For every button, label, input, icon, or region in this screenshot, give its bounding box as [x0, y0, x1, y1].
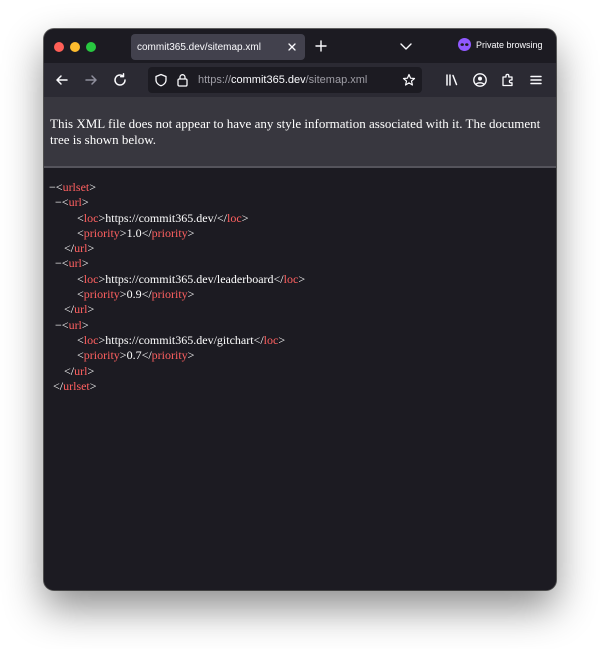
private-browsing-label: Private browsing [476, 39, 543, 50]
xml-loc-line: <loc>https://commit365.dev/gitchart</loc… [77, 332, 286, 347]
collapse-toggle[interactable]: − [49, 180, 56, 194]
close-window-button[interactable] [54, 42, 64, 52]
xml-tag-name: url [74, 363, 88, 378]
url-prefix: https:// [198, 74, 232, 86]
xml-open-urlset: −<urlset> [49, 180, 97, 194]
xml-priority-line: <priority>1.0</priority> [77, 225, 195, 240]
chevron-down-icon[interactable] [400, 41, 412, 51]
xml-priority-value: 0.7 [126, 348, 142, 363]
xml-priority-value: 0.9 [126, 287, 142, 302]
title-bar: commit365.dev/sitemap.xml Private browsi… [44, 29, 556, 63]
reload-icon[interactable] [112, 72, 128, 88]
page-content: This XML file does not appear to have an… [44, 97, 556, 590]
url-text: https://commit365.dev/sitemap.xml [198, 74, 367, 86]
xml-open-url: −<url> [55, 317, 89, 332]
xml-tag-name: priority [151, 348, 188, 363]
xml-close-urlset: </urlset> [53, 378, 97, 393]
minimize-window-button[interactable] [70, 42, 80, 52]
xml-tag-name: url [68, 256, 82, 271]
xml-tag-name: priority [83, 287, 120, 302]
xml-tag-name: url [68, 195, 82, 210]
private-mask-icon [458, 38, 471, 51]
xml-tag-name: urlset [63, 378, 90, 393]
xml-tag-name: urlset [62, 180, 90, 194]
collapse-toggle[interactable]: − [55, 195, 62, 209]
xml-tag-name: loc [83, 210, 99, 225]
xml-document-tree: −<urlset> −<url> <loc>https://commit365.… [49, 180, 549, 394]
navigation-toolbar: https://commit365.dev/sitemap.xml [44, 63, 556, 97]
url-path: /sitemap.xml [305, 74, 368, 86]
xml-loc-value: https://commit365.dev/leaderboard [105, 271, 274, 286]
xml-priority-line: <priority>0.9</priority> [77, 287, 195, 302]
xml-tag-name: url [68, 317, 82, 332]
xml-loc-line: <loc>https://commit365.dev/leaderboard</… [77, 271, 306, 286]
account-icon[interactable] [472, 72, 488, 88]
url-host: commit365.dev [231, 74, 306, 86]
xml-tag-name: url [74, 302, 88, 317]
xml-loc-line: <loc>https://commit365.dev/</loc> [77, 210, 249, 225]
xml-open-url: −<url> [55, 256, 89, 271]
xml-close-url: </url> [64, 241, 95, 256]
zoom-window-button[interactable] [86, 42, 96, 52]
browser-tab[interactable]: commit365.dev/sitemap.xml [131, 34, 305, 60]
close-icon[interactable] [285, 40, 299, 54]
browser-window: commit365.dev/sitemap.xml Private browsi… [44, 29, 556, 590]
xml-tag-name: loc [83, 271, 99, 286]
forward-arrow-icon[interactable] [83, 72, 99, 88]
library-icon[interactable] [444, 72, 460, 88]
back-arrow-icon[interactable] [54, 72, 70, 88]
xml-tag-name: priority [151, 225, 188, 240]
xml-tag-name: priority [83, 225, 120, 240]
collapse-toggle[interactable]: − [55, 318, 62, 332]
tab-title: commit365.dev/sitemap.xml [137, 41, 261, 53]
xml-info-banner: This XML file does not appear to have an… [44, 97, 556, 168]
plus-icon[interactable] [314, 39, 328, 53]
xml-tag-name: loc [83, 332, 99, 347]
shield-icon[interactable] [154, 73, 168, 87]
xml-loc-value: https://commit365.dev/gitchart [105, 332, 254, 347]
address-bar[interactable]: https://commit365.dev/sitemap.xml [148, 67, 422, 93]
xml-close-url: </url> [64, 363, 95, 378]
xml-tag-name: loc [227, 210, 242, 225]
xml-priority-line: <priority>0.7</priority> [77, 348, 195, 363]
xml-priority-value: 1.0 [126, 225, 142, 240]
menu-icon[interactable] [528, 72, 544, 88]
xml-tag-name: loc [263, 332, 279, 347]
private-browsing-indicator: Private browsing [458, 38, 543, 51]
xml-tag-name: url [74, 241, 88, 256]
star-icon[interactable] [402, 73, 416, 87]
xml-loc-value: https://commit365.dev/ [105, 210, 217, 225]
xml-info-message: This XML file does not appear to have an… [50, 116, 541, 147]
xml-tag-name: loc [283, 271, 299, 286]
xml-close-url: </url> [64, 302, 95, 317]
collapse-toggle[interactable]: − [55, 256, 62, 270]
xml-tag-name: priority [83, 348, 120, 363]
extensions-icon[interactable] [500, 72, 516, 88]
xml-open-url: −<url> [55, 195, 89, 210]
xml-tag-name: priority [151, 287, 188, 302]
lock-icon[interactable] [176, 73, 189, 87]
